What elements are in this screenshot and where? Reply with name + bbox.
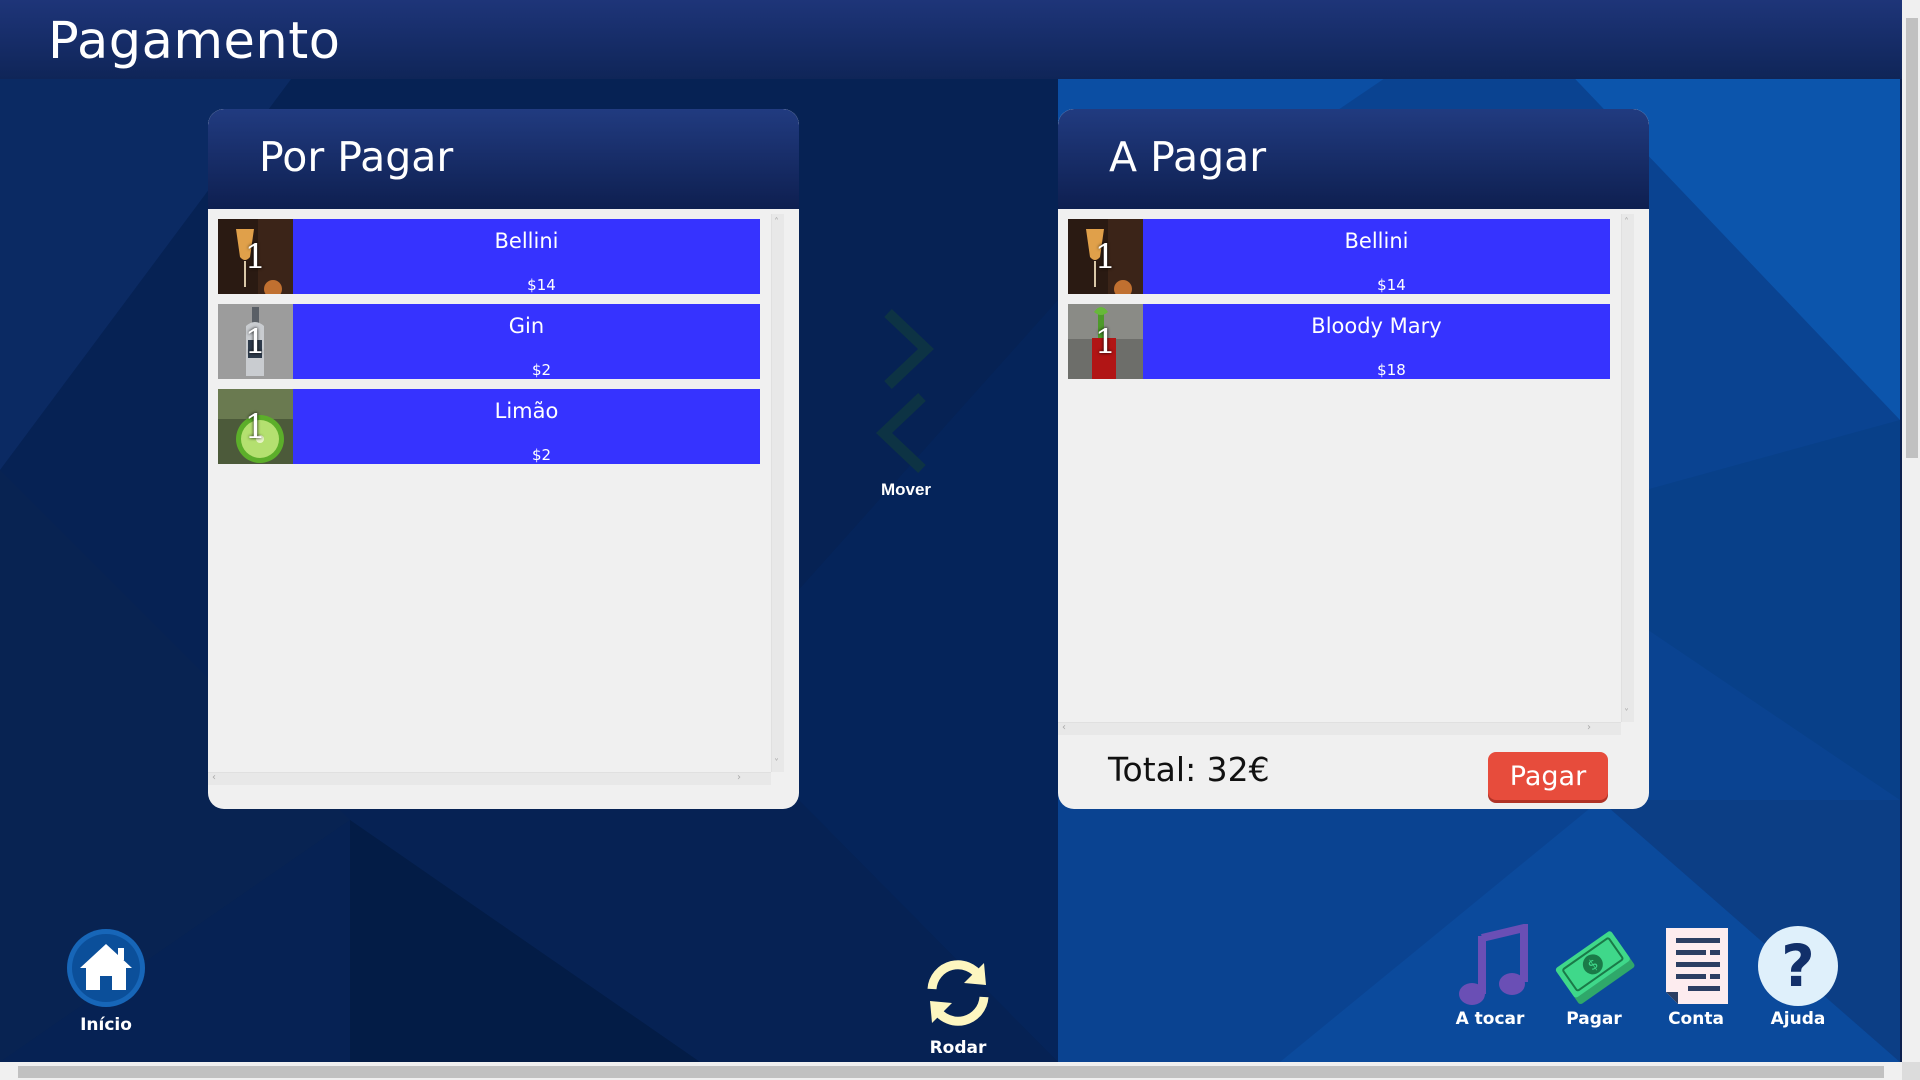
rotate-icon — [927, 960, 989, 1026]
to-pay-item-bloody-mary[interactable]: 1 Bloody Mary $18 — [1068, 304, 1610, 379]
bellini-thumbnail: 1 — [218, 219, 293, 294]
page-horizontal-scrollbar[interactable] — [0, 1062, 1902, 1080]
item-quantity: 1 — [1094, 236, 1117, 277]
unpaid-list: 1 Bellini $14 1 Gin $2 1 Limão $2 — [218, 219, 760, 474]
question-mark-icon: ? — [1758, 926, 1838, 1006]
to-pay-list: 1 Bellini $14 1 Bloody Mary $18 — [1068, 219, 1610, 389]
to-pay-item-bellini[interactable]: 1 Bellini $14 — [1068, 219, 1610, 294]
bill-label: Conta — [1668, 1009, 1724, 1029]
home-button[interactable]: Início — [66, 928, 146, 1035]
to-pay-panel-title: A Pagar — [1109, 133, 1267, 181]
money-icon: $ — [1555, 931, 1635, 1004]
now-playing-label: A tocar — [1455, 1009, 1525, 1029]
page-horizontal-scroll-thumb[interactable] — [18, 1066, 1884, 1078]
to-pay-panel-header: A Pagar — [1058, 109, 1649, 209]
scroll-right-arrow[interactable]: › — [737, 772, 741, 783]
item-price: $14 — [1377, 276, 1406, 294]
scroll-left-arrow[interactable]: ‹ — [1062, 722, 1066, 733]
help-button[interactable]: ? Ajuda — [1756, 924, 1840, 1029]
lime-thumbnail: 1 — [218, 389, 293, 464]
scroll-down-arrow[interactable]: ˅ — [774, 758, 779, 769]
item-name: Bloody Mary — [1311, 314, 1442, 338]
item-name: Gin — [508, 314, 545, 338]
item-quantity: 1 — [244, 406, 267, 447]
unpaid-panel: Por Pagar 1 Bellini $14 1 Gin $2 1 Limão… — [208, 109, 799, 809]
unpaid-vertical-scrollbar[interactable]: ˄ ˅ — [771, 214, 784, 772]
svg-text:?: ? — [1781, 932, 1815, 1000]
home-label: Início — [80, 1015, 132, 1035]
pay-button[interactable]: Pagar — [1488, 752, 1608, 800]
unpaid-horizontal-scrollbar[interactable]: ‹ › — [208, 772, 771, 785]
item-price: $14 — [527, 276, 556, 294]
scroll-left-arrow[interactable]: ‹ — [212, 772, 216, 783]
help-label: Ajuda — [1770, 1009, 1826, 1029]
item-quantity: 1 — [1094, 321, 1117, 362]
page-vertical-scrollbar[interactable] — [1902, 0, 1920, 1062]
to-pay-horizontal-scrollbar[interactable]: ‹ › — [1058, 722, 1621, 735]
unpaid-item-lime[interactable]: 1 Limão $2 — [218, 389, 760, 464]
now-playing-button[interactable]: A tocar — [1448, 922, 1532, 1029]
scroll-up-arrow[interactable]: ˄ — [1624, 217, 1629, 228]
move-controls: Mover — [870, 305, 940, 505]
move-left-arrow-icon[interactable] — [876, 393, 926, 473]
unpaid-panel-header: Por Pagar — [208, 109, 799, 209]
item-quantity: 1 — [244, 236, 267, 277]
scroll-down-arrow[interactable]: ˅ — [1624, 708, 1629, 719]
move-arrows — [876, 309, 934, 473]
to-pay-panel: A Pagar 1 Bellini $14 1 Bloody Mary $18 … — [1058, 109, 1649, 809]
item-price: $2 — [531, 361, 552, 379]
page-vertical-scroll-thumb[interactable] — [1906, 18, 1918, 458]
item-name: Bellini — [1344, 229, 1409, 253]
receipt-icon — [1666, 928, 1728, 1004]
unpaid-panel-title: Por Pagar — [259, 133, 454, 181]
scroll-right-arrow[interactable]: › — [1587, 722, 1591, 733]
rotate-label: Rodar — [929, 1038, 987, 1058]
music-note-icon — [1459, 922, 1528, 1005]
to-pay-vertical-scrollbar[interactable]: ˄ ˅ — [1621, 214, 1634, 722]
top-header: Pagamento — [0, 0, 1902, 79]
bloody-mary-thumbnail: 1 — [1068, 304, 1143, 379]
item-price: $2 — [531, 446, 552, 464]
bellini-thumbnail: 1 — [1068, 219, 1143, 294]
item-price: $18 — [1377, 361, 1406, 379]
rotate-button[interactable]: Rodar — [918, 955, 998, 1058]
scrollbar-corner — [1902, 1062, 1920, 1080]
move-right-arrow-icon[interactable] — [884, 309, 934, 389]
pay-nav-label: Pagar — [1566, 1009, 1622, 1029]
move-label: Mover — [880, 480, 932, 499]
item-quantity: 1 — [244, 321, 267, 362]
total-amount: Total: 32€ — [1108, 750, 1270, 789]
unpaid-item-gin[interactable]: 1 Gin $2 — [218, 304, 760, 379]
item-name: Bellini — [494, 229, 559, 253]
home-icon — [67, 929, 145, 1007]
unpaid-item-bellini[interactable]: 1 Bellini $14 — [218, 219, 760, 294]
gin-thumbnail: 1 — [218, 304, 293, 379]
bill-button[interactable]: Conta — [1654, 924, 1738, 1029]
item-name: Limão — [494, 399, 559, 423]
pay-nav-button[interactable]: $ Pagar — [1552, 924, 1636, 1029]
page-title: Pagamento — [48, 12, 341, 71]
scroll-up-arrow[interactable]: ˄ — [774, 217, 779, 228]
